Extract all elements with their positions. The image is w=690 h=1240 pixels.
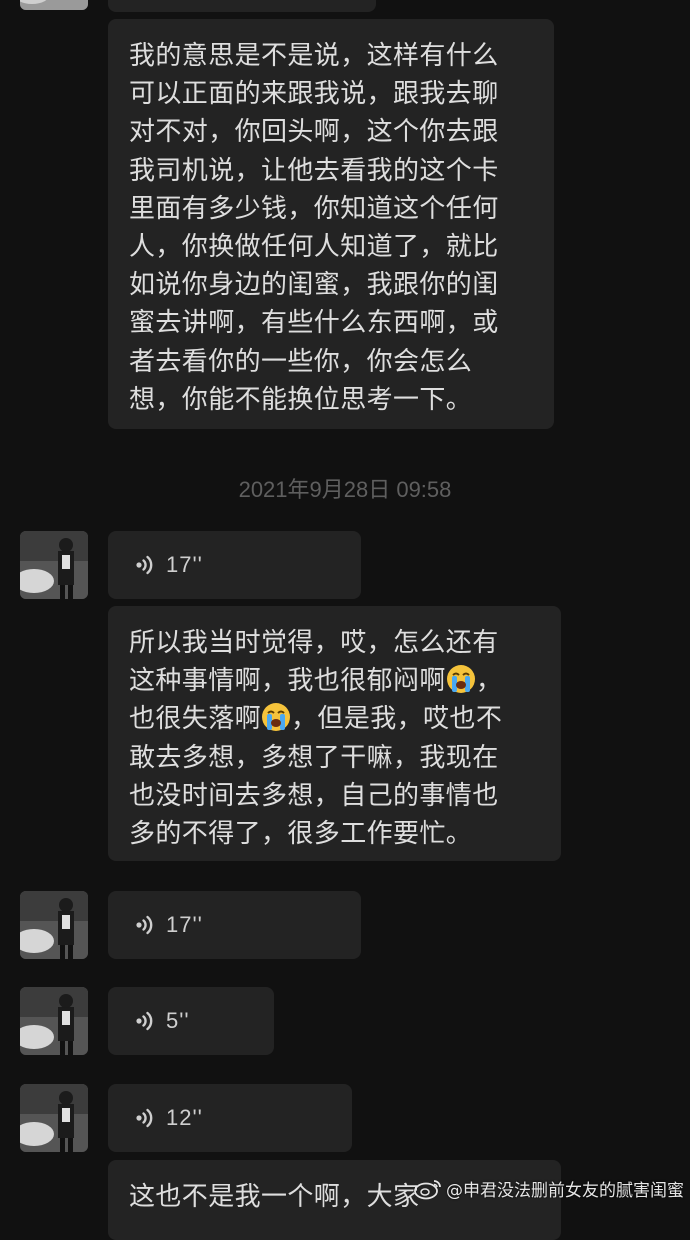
avatar[interactable]: [20, 987, 88, 1055]
voice-wave-icon: [136, 1108, 153, 1128]
message-text: 也很失落啊: [129, 704, 262, 735]
watermark: @申君没法删前女友的腻害闺蜜: [414, 1176, 684, 1201]
voice-message-bubble[interactable]: 5'': [108, 987, 274, 1055]
avatar[interactable]: [20, 531, 88, 599]
message-line: 敢去多想，多想了干嘛，我现在: [129, 742, 499, 773]
voice-duration: 17'': [166, 912, 203, 937]
message-line: 我司机说，让他去看我的这个卡: [129, 155, 499, 186]
voice-wave-icon: [136, 555, 153, 575]
message-line: 者去看你的一些你，你会怎么: [129, 346, 473, 377]
voice-wave-icon: [136, 1011, 153, 1031]
message-line: 如说你身边的闺蜜，我跟你的闺: [129, 270, 499, 301]
message-line: 可以正面的来跟我说，跟我去聊: [129, 79, 499, 110]
message-text: 这种事情啊，我也很郁闷啊: [129, 666, 446, 697]
voice-wave-icon: [136, 915, 153, 935]
voice-message-bubble[interactable]: [108, 0, 376, 12]
message-line: 里面有多少钱，你知道这个任何: [129, 193, 499, 224]
voice-duration: 17'': [166, 552, 203, 577]
chat-timestamp: 2021年9月28日 09:58: [238, 477, 452, 502]
watermark-text: @申君没法删前女友的腻害闺蜜: [446, 1181, 684, 1201]
message-text: ，: [475, 666, 503, 697]
voice-message-bubble[interactable]: 17'': [108, 891, 361, 959]
text-message-bubble: 我的意思是不是说，这样有什么 可以正面的来跟我说，跟我去聊 对不对，你回头啊，这…: [108, 19, 554, 429]
text-message-bubble: 所以我当时觉得，哎，怎么还有 这种事情啊，我也很郁闷啊 ， 也很失落啊 ，但是我…: [108, 606, 561, 861]
message-text: ，但是我，哎也不: [291, 704, 503, 735]
message-line: 也很失落啊 ，但是我，哎也不: [129, 700, 541, 738]
voice-message-bubble[interactable]: 17'': [108, 531, 361, 599]
message-line: 这种事情啊，我也很郁闷啊 ，: [129, 662, 541, 700]
avatar[interactable]: [20, 0, 88, 10]
message-line: 人，你换做任何人知道了，就比: [129, 232, 499, 263]
message-line: 对不对，你回头啊，这个你去跟: [129, 117, 499, 148]
crying-face-icon: [446, 665, 475, 694]
message-line: 也没时间去多想，自己的事情也: [129, 780, 499, 811]
message-line: 蜜去讲啊，有些什么东西啊，或: [129, 308, 499, 339]
message-line: 所以我当时觉得，哎，怎么还有: [129, 628, 499, 658]
voice-duration: 5'': [166, 1008, 190, 1033]
crying-face-icon: [262, 703, 291, 732]
message-line: 我的意思是不是说，这样有什么: [129, 41, 499, 71]
message-line: 想，你能不能换位思考一下。: [129, 384, 473, 415]
voice-duration: 12'': [166, 1105, 203, 1130]
avatar[interactable]: [20, 1084, 88, 1152]
weibo-logo-icon: [414, 1179, 441, 1199]
voice-message-bubble[interactable]: 12'': [108, 1084, 352, 1152]
message-line: 多的不得了，很多工作要忙。: [129, 819, 473, 850]
avatar[interactable]: [20, 891, 88, 959]
